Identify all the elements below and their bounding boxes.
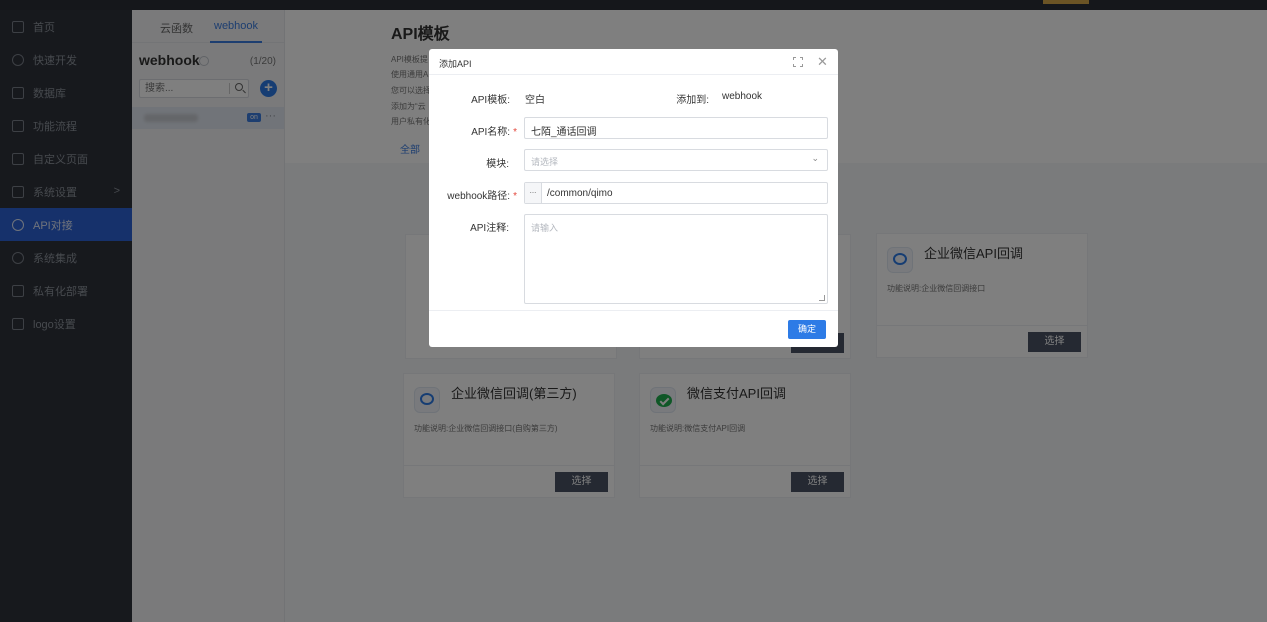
- label-text: webhook路径:: [447, 191, 511, 202]
- template-label: API模板:: [471, 95, 510, 106]
- remark-textarea[interactable]: 请输入: [524, 214, 828, 304]
- dialog-title: 添加API: [439, 59, 472, 69]
- remark-placeholder: 请输入: [531, 223, 559, 233]
- add-to-label: 添加到:: [676, 95, 709, 106]
- confirm-button[interactable]: 确定: [788, 320, 826, 339]
- api-name-field[interactable]: 七陌_通话回调: [524, 117, 828, 139]
- module-label: 模块:: [486, 159, 509, 170]
- close-icon[interactable]: ✕: [817, 54, 828, 70]
- module-select[interactable]: 请选择 ⌄: [524, 149, 828, 171]
- resize-handle[interactable]: [819, 295, 825, 301]
- label-text: API名称:: [471, 127, 511, 138]
- api-name-value: 七陌_通话回调: [531, 127, 597, 138]
- path-value: /common/qimo: [547, 188, 613, 199]
- required-mark: *: [513, 191, 517, 202]
- fullscreen-icon[interactable]: [793, 57, 803, 67]
- path-prefix: ...: [525, 183, 542, 203]
- required-mark: *: [513, 127, 517, 138]
- webhook-path-label: webhook路径: *: [437, 187, 517, 202]
- module-placeholder: 请选择: [531, 157, 559, 167]
- add-api-dialog: 添加API ✕ API模板: 空白 添加到: webhook API名称: * 七…: [429, 49, 838, 347]
- dialog-footer-divider: [429, 310, 838, 311]
- template-value: 空白: [525, 95, 545, 106]
- chevron-down-icon: ⌄: [811, 153, 819, 163]
- webhook-path-field[interactable]: ... /common/qimo: [524, 182, 828, 204]
- dialog-header: 添加API ✕: [429, 49, 838, 75]
- remark-label: API注释:: [470, 223, 509, 234]
- add-to-value: webhook: [722, 91, 763, 102]
- api-name-label: API名称: *: [437, 123, 517, 138]
